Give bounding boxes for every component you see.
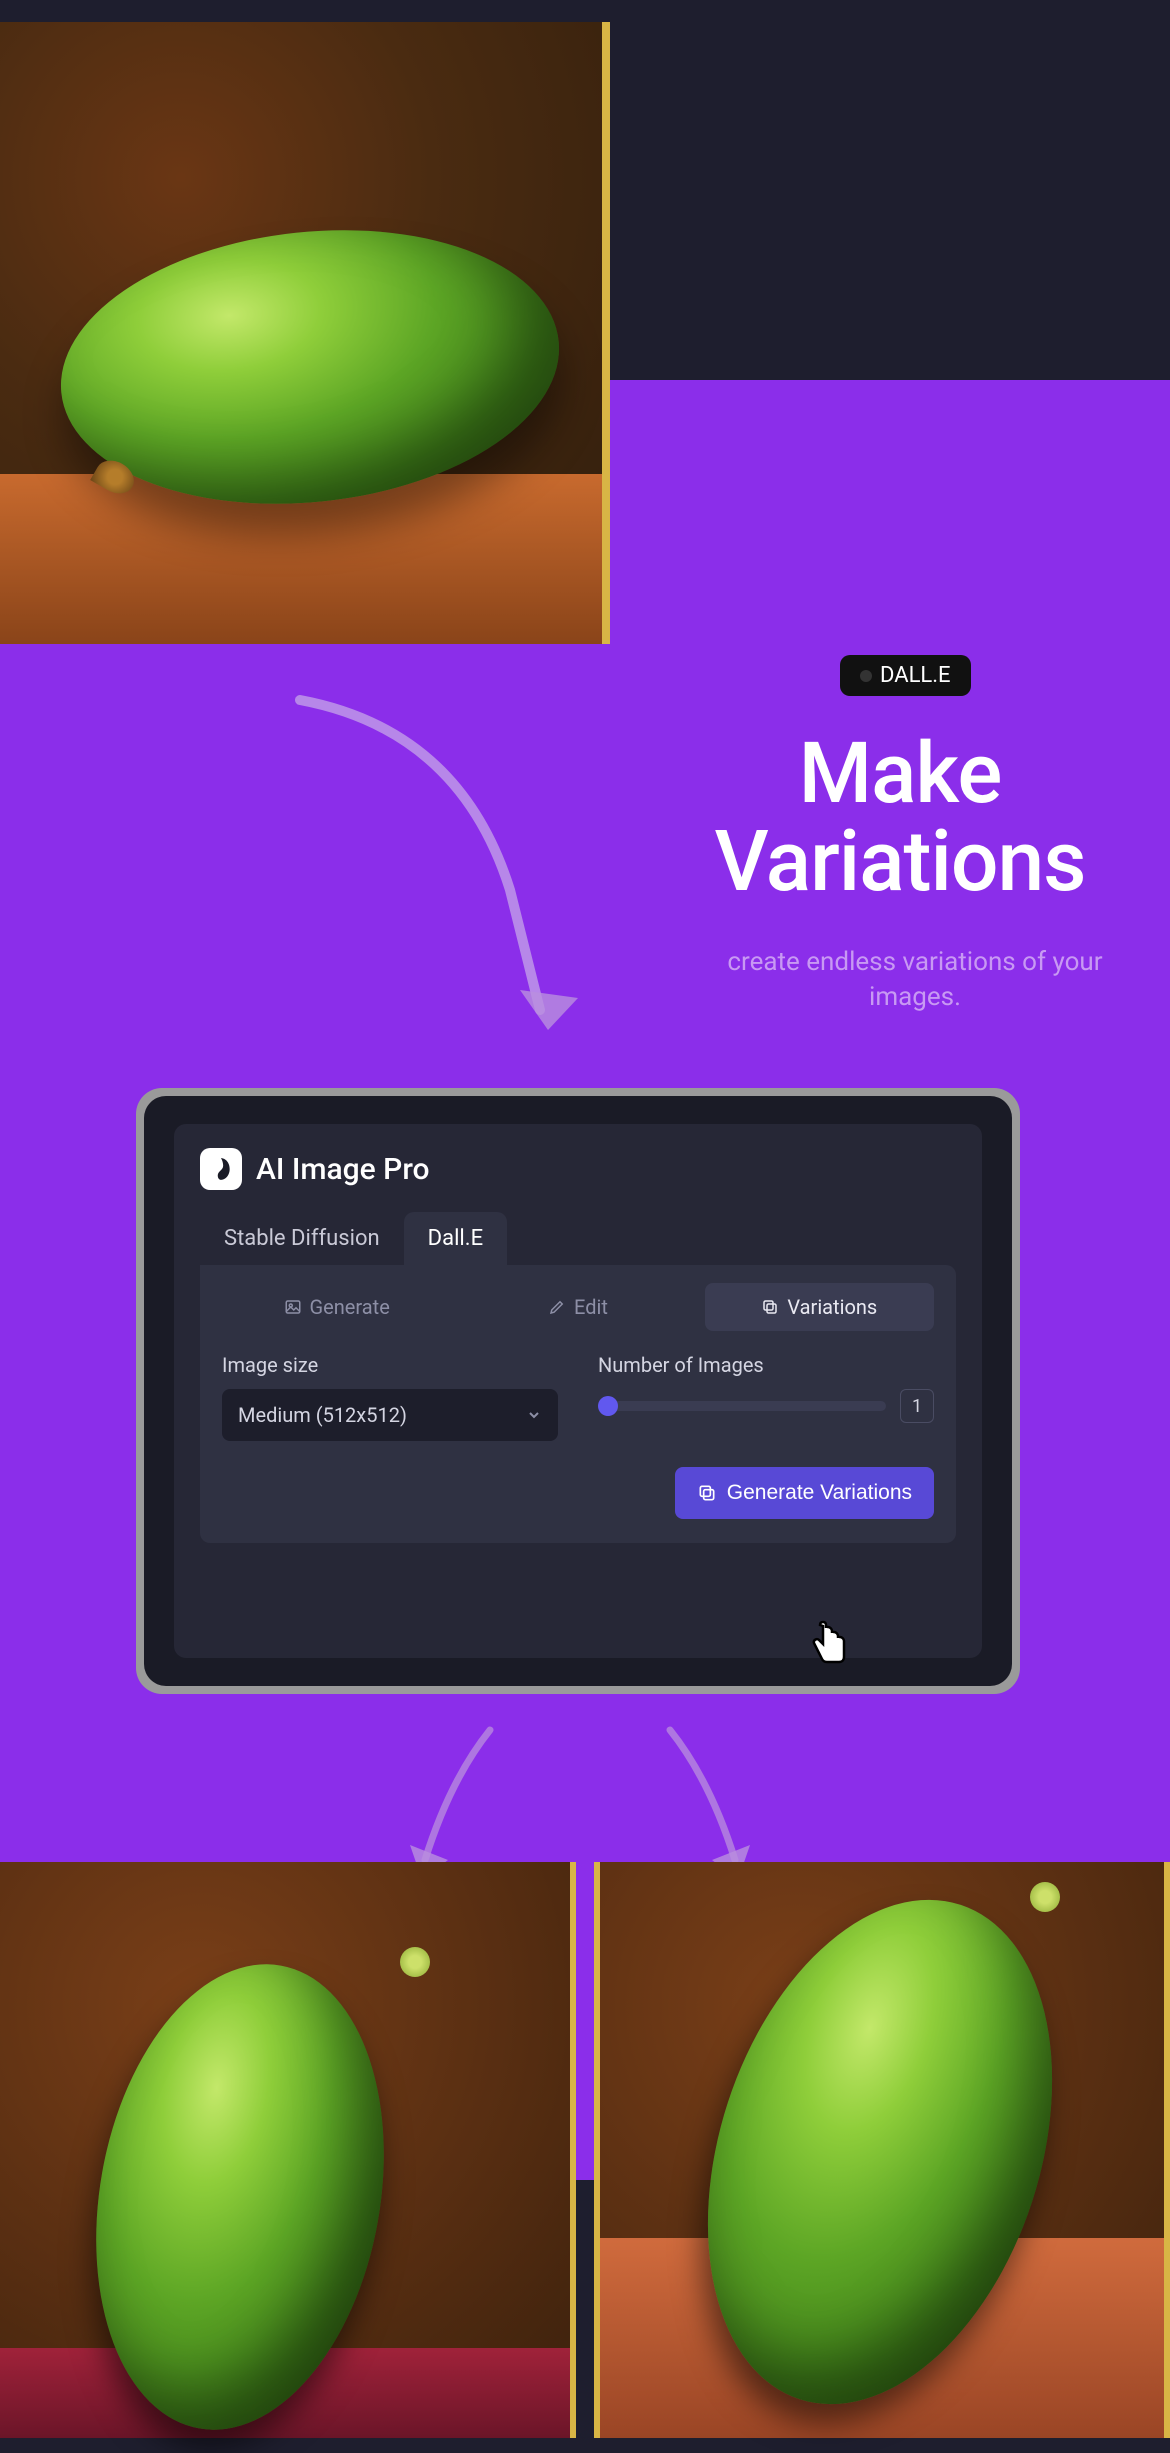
num-images-slider[interactable] [598,1401,886,1411]
engine-tabs: Stable Diffusion Dall.E [200,1212,956,1265]
brand-row: AI Image Pro [200,1148,956,1190]
source-image [0,22,610,644]
image-size-value: Medium (512x512) [238,1403,407,1427]
engine-badge: DALL.E [840,655,971,696]
subtab-edit[interactable]: Edit [463,1283,692,1331]
num-images-col: Number of Images 1 [598,1353,934,1441]
subtab-edit-label: Edit [574,1295,608,1319]
generate-variations-button[interactable]: Generate Variations [675,1467,934,1519]
subtab-variations[interactable]: Variations [705,1283,934,1331]
num-images-value: 1 [900,1389,934,1423]
result-image-left [0,1862,576,2438]
slider-thumb[interactable] [598,1396,618,1416]
subtab-variations-label: Variations [787,1295,877,1319]
tab-panel: Generate Edit Variations Image size [200,1265,956,1543]
app-inner-panel: AI Image Pro Stable Diffusion Dall.E Gen… [174,1124,982,1658]
headline-line1: Make [799,724,1002,823]
action-row: Generate Variations [222,1467,934,1519]
generate-variations-label: Generate Variations [727,1481,912,1505]
badge-dot-icon [860,670,872,682]
chevron-down-icon [526,1407,542,1423]
result-right-stem [1030,1882,1060,1912]
pencil-icon [548,1298,566,1316]
subtab-generate-label: Generate [310,1295,390,1319]
brand-logo-icon [200,1148,242,1190]
image-icon [284,1298,302,1316]
brand-name: AI Image Pro [256,1152,430,1187]
app-card-frame: AI Image Pro Stable Diffusion Dall.E Gen… [136,1088,1020,1694]
num-images-label: Number of Images [598,1353,934,1377]
subtab-generate[interactable]: Generate [222,1283,451,1331]
form-row: Image size Medium (512x512) Number of Im… [222,1353,934,1441]
headline-line2: Variations [714,812,1085,911]
num-images-slider-row: 1 [598,1389,934,1423]
tab-dalle[interactable]: Dall.E [404,1212,507,1265]
result-image-right [594,1862,1170,2438]
headline: Make Variations [640,730,1160,906]
mode-subtabs: Generate Edit Variations [222,1283,934,1331]
copy-icon [697,1483,717,1503]
cursor-hand-icon [805,1618,855,1668]
result-left-stem [400,1947,430,1977]
image-size-label: Image size [222,1353,558,1377]
tab-stable-diffusion[interactable]: Stable Diffusion [200,1212,404,1265]
image-size-select[interactable]: Medium (512x512) [222,1389,558,1441]
app-card: AI Image Pro Stable Diffusion Dall.E Gen… [144,1096,1012,1686]
image-size-col: Image size Medium (512x512) [222,1353,558,1441]
badge-label: DALL.E [880,663,951,688]
copy-icon [761,1298,779,1316]
subtitle: create endless variations of your images… [700,945,1130,1015]
